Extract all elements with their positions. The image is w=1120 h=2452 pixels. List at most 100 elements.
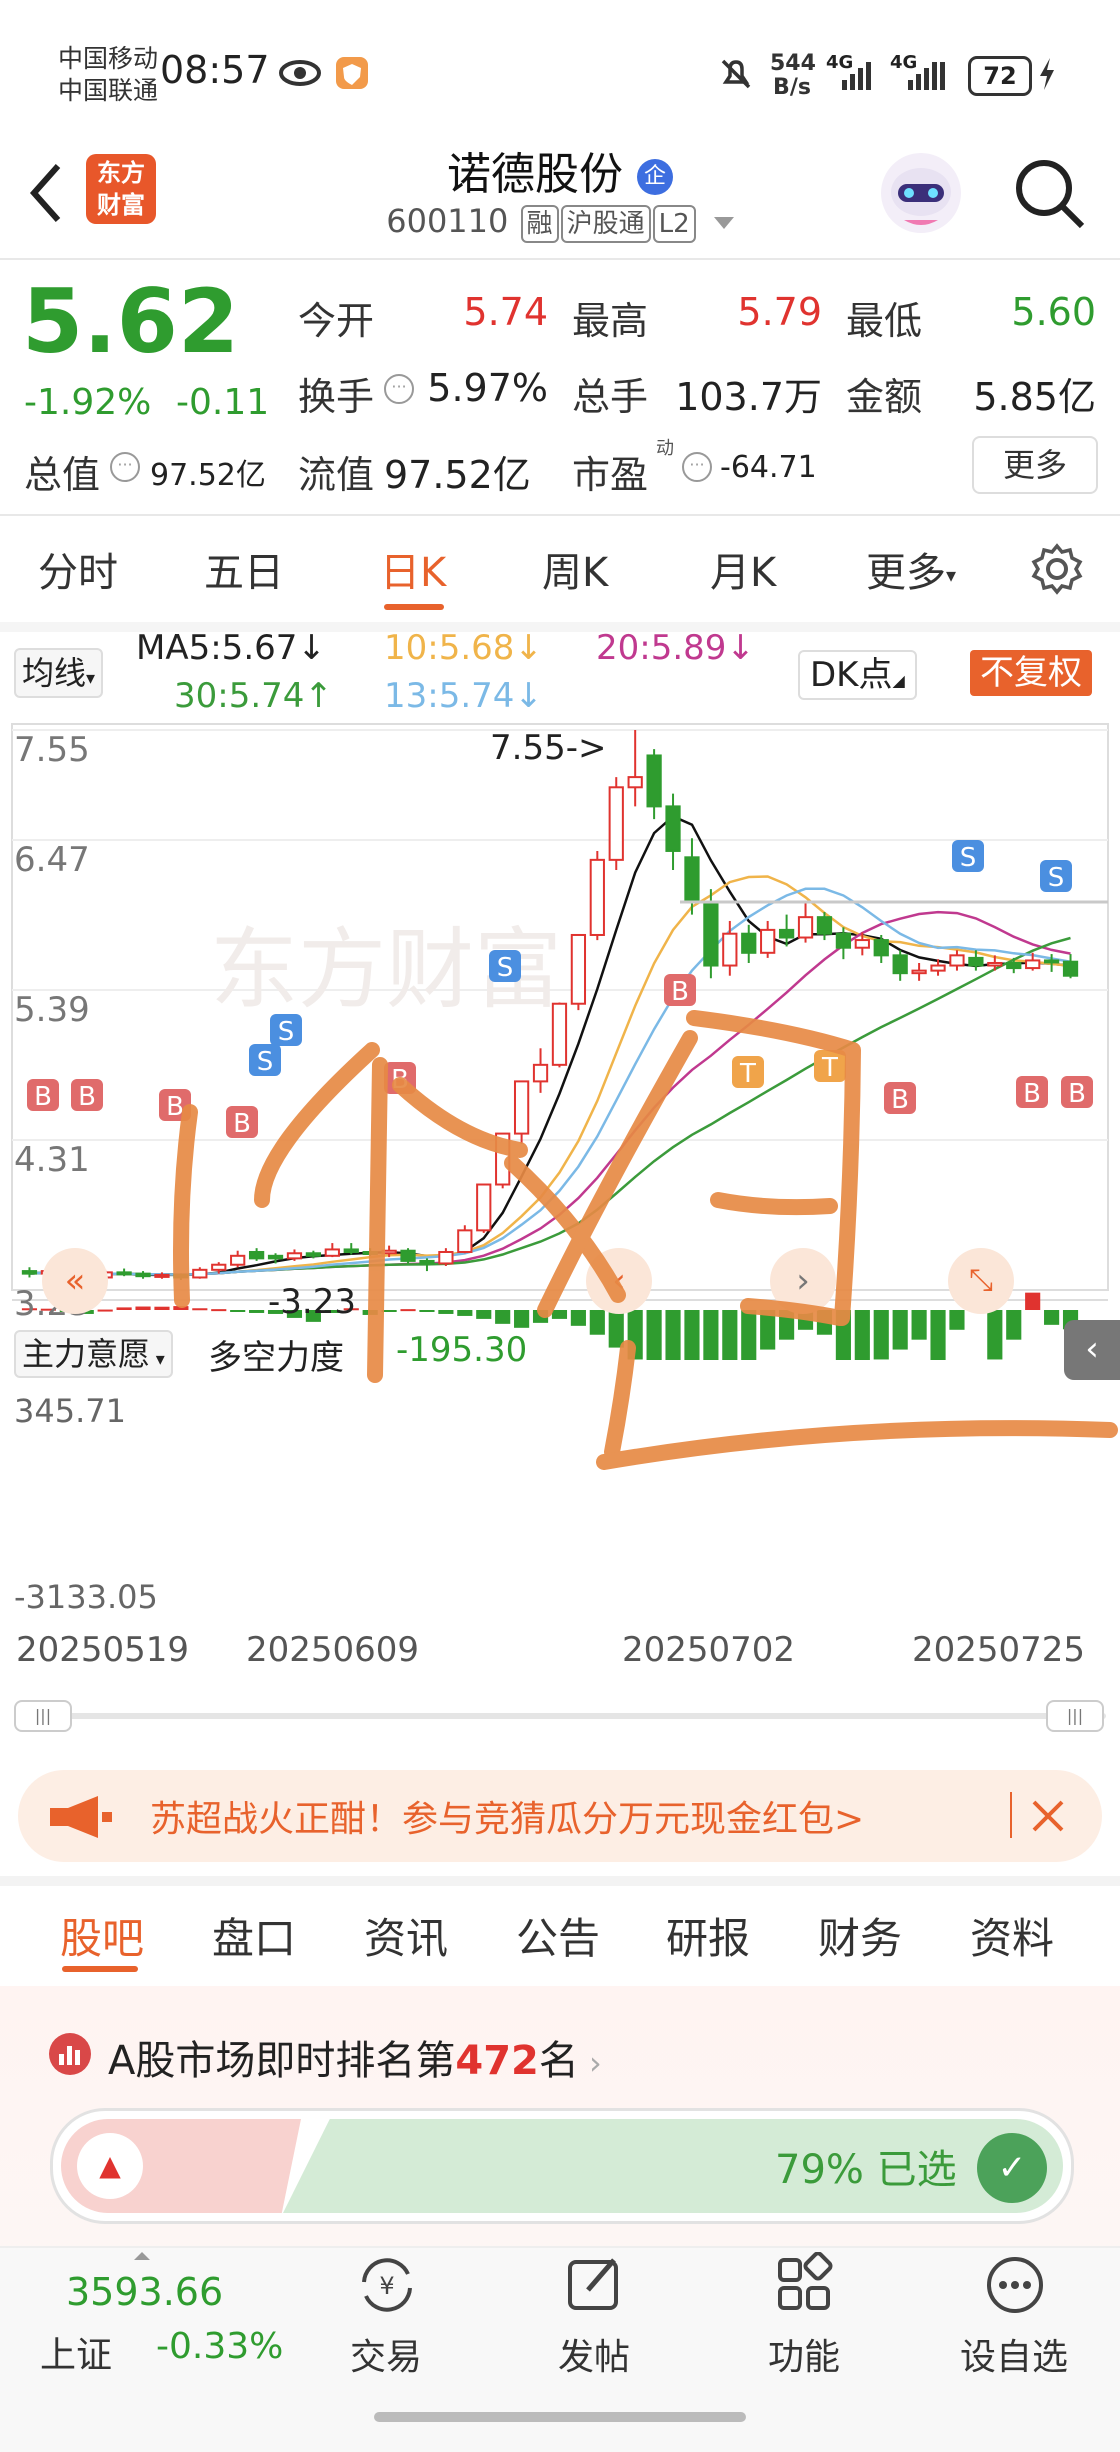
candle-body xyxy=(873,939,889,957)
robot-avatar[interactable] xyxy=(876,148,966,238)
indicator-bar xyxy=(249,1310,265,1313)
marker-label: B xyxy=(78,1082,96,1112)
subtab-forum[interactable]: 股吧 xyxy=(60,1905,144,1966)
nav-post[interactable]: 发帖 xyxy=(514,2252,674,2392)
buy-marker: B xyxy=(884,1082,916,1115)
indicator-bar xyxy=(930,1310,946,1360)
index-change[interactable]: -0.33% xyxy=(156,2326,283,2367)
subtab-profile[interactable]: 资料 xyxy=(970,1905,1054,1966)
indicator-selector[interactable]: 主力意愿 ▾ xyxy=(14,1330,173,1378)
adjust-button[interactable]: 不复权 xyxy=(970,650,1092,696)
scroll-right-icon[interactable]: › xyxy=(770,1248,836,1314)
index-expand-icon[interactable] xyxy=(134,2252,150,2260)
expand-icon[interactable]: ⤡ xyxy=(948,1248,1014,1314)
candle-body xyxy=(154,1273,170,1278)
indicator-bar xyxy=(551,1310,568,1319)
low-value: 5.60 xyxy=(1011,290,1096,334)
info-icon[interactable]: ··· xyxy=(110,452,140,482)
last-price: 5.62 xyxy=(22,270,240,373)
rank-text[interactable]: A股市场即时排名第472名 › xyxy=(108,2028,602,2086)
megaphone-icon xyxy=(50,1796,112,1838)
scroll-left-fast-icon[interactable]: « xyxy=(42,1248,108,1314)
scroll-left-icon[interactable]: ‹ xyxy=(586,1248,652,1314)
tab-daily-k[interactable]: 日K xyxy=(380,540,446,598)
bullish-vote-icon[interactable]: ▲ xyxy=(77,2133,143,2199)
tab-five-day[interactable]: 五日 xyxy=(204,540,284,598)
info-icon[interactable]: ··· xyxy=(682,452,712,482)
nav-functions[interactable]: 功能 xyxy=(724,2252,884,2392)
enterprise-badge: 企 xyxy=(637,159,673,195)
dk-point-button[interactable]: DK点◢ xyxy=(798,650,917,700)
candle-body xyxy=(646,754,662,808)
close-icon[interactable] xyxy=(1028,1796,1068,1836)
indicator-bar xyxy=(457,1310,473,1316)
indicator-bar xyxy=(476,1310,492,1319)
ma-selector[interactable]: 均线▾ xyxy=(14,648,104,698)
buy-marker: B xyxy=(71,1079,103,1112)
scroll-handle-right[interactable]: ||| xyxy=(1046,1700,1104,1732)
ranking-chart-icon xyxy=(49,2033,91,2075)
buy-marker: B xyxy=(226,1106,258,1139)
promo-banner[interactable]: 苏超战火正酣！参与竞猜瓜分万元现金红包> xyxy=(18,1770,1102,1862)
index-value[interactable]: 3593.66 xyxy=(66,2270,223,2314)
y-tick-4: 4.31 xyxy=(14,1140,90,1180)
candle-body xyxy=(949,954,965,967)
subtab-orderbook[interactable]: 盘口 xyxy=(212,1905,296,1966)
kline-chart[interactable]: 东方财富 B B BBBBB B BSSSSST T xyxy=(0,700,1120,1360)
indicator-bar xyxy=(835,1310,851,1360)
marker-label: T xyxy=(821,1053,838,1083)
settings-gear-icon[interactable] xyxy=(1030,542,1084,596)
nav-watchlist[interactable]: 设自选 xyxy=(934,2252,1094,2392)
search-icon[interactable] xyxy=(1012,156,1088,232)
max-annotation: 7.55-> xyxy=(490,728,607,768)
signal-1-icon xyxy=(842,62,871,90)
sell-marker: S xyxy=(270,1014,302,1047)
candle-body xyxy=(703,900,719,967)
quote-divider xyxy=(0,514,1120,516)
indicator-bar xyxy=(230,1310,246,1312)
indicator-bar xyxy=(438,1310,454,1314)
candle-body xyxy=(381,1249,397,1255)
index-name[interactable]: 上证 xyxy=(40,2326,112,2378)
nav-trade[interactable]: ¥ 交易 xyxy=(306,2252,466,2392)
tab-more[interactable]: 更多▾ xyxy=(866,540,956,598)
stock-code: 600110 xyxy=(386,202,509,240)
candle-body xyxy=(797,916,814,939)
y-tick-2: 6.47 xyxy=(14,840,90,880)
side-panel-toggle-icon[interactable]: ‹ xyxy=(1064,1320,1120,1380)
indicator-value: -195.30 xyxy=(396,1330,528,1370)
candle-body xyxy=(248,1250,265,1260)
checkmark-icon[interactable]: ✓ xyxy=(977,2133,1047,2203)
stock-name: 诺德股份 xyxy=(447,149,623,200)
scroll-handle-left[interactable]: ||| xyxy=(14,1700,72,1732)
subtab-news[interactable]: 资讯 xyxy=(364,1905,448,1966)
high-value: 5.79 xyxy=(737,290,822,334)
tab-intraday[interactable]: 分时 xyxy=(38,540,118,598)
date-label-3: 20250702 xyxy=(622,1630,796,1670)
marker-label: B xyxy=(1068,1079,1086,1109)
pe-dynamic-mark: 动 xyxy=(656,438,674,459)
sell-marker: S xyxy=(249,1044,281,1077)
subtab-finance[interactable]: 财务 xyxy=(818,1905,902,1966)
home-indicator xyxy=(374,2412,746,2422)
indicator-bar xyxy=(495,1310,511,1324)
shield-app-icon xyxy=(336,57,368,89)
candle-body xyxy=(892,954,908,975)
candle-body xyxy=(400,1249,416,1262)
more-button[interactable]: 更多 xyxy=(972,436,1098,494)
candle-body xyxy=(324,1248,340,1257)
info-icon[interactable]: ··· xyxy=(384,374,414,404)
tab-weekly-k[interactable]: 周K xyxy=(542,540,608,598)
chart-scrollbar[interactable]: ||| ||| xyxy=(14,1700,1106,1732)
indicator-bar xyxy=(987,1310,1003,1360)
indicator-top-label: 345.71 xyxy=(14,1392,126,1430)
sentiment-vote-bar[interactable]: ▲ 79% 已选 ✓ xyxy=(50,2108,1074,2224)
nav-watchlist-label: 设自选 xyxy=(959,2337,1068,2378)
signal-2-icon xyxy=(908,62,945,90)
tab-monthly-k[interactable]: 月K xyxy=(710,540,776,598)
candle-body xyxy=(116,1271,132,1276)
turnover-value: 5.97% xyxy=(427,366,548,410)
subtab-research[interactable]: 研报 xyxy=(666,1905,750,1966)
subtab-announcements[interactable]: 公告 xyxy=(516,1905,600,1966)
candle-body xyxy=(457,1229,473,1253)
